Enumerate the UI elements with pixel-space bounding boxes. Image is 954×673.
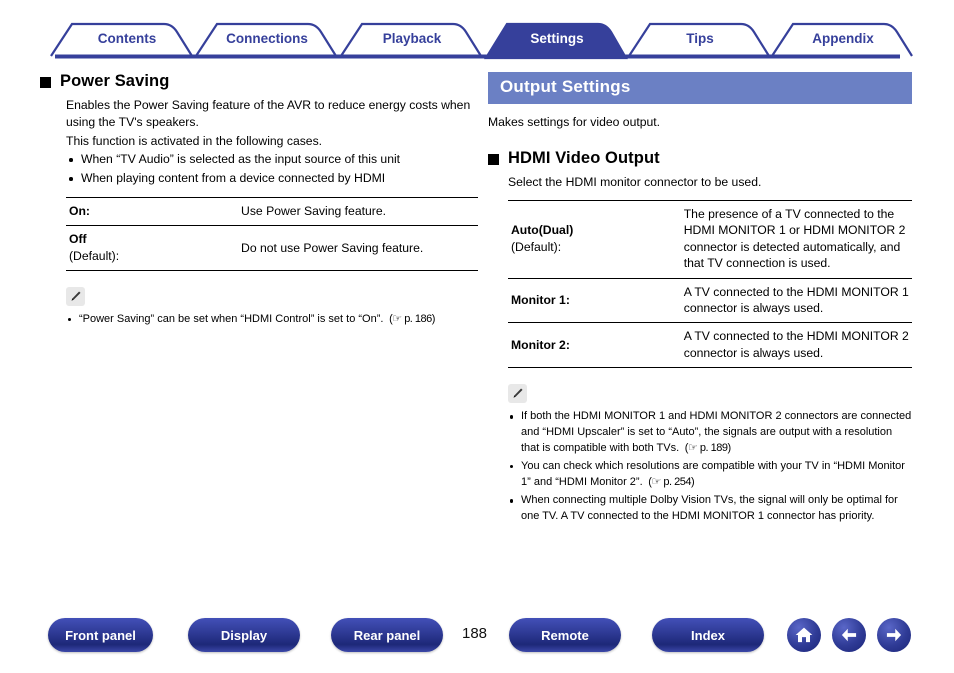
right-heading-text: HDMI Video Output [508,148,660,167]
note-text: When connecting multiple Dolby Vision TV… [521,494,898,523]
note-text: You can check which resolutions are comp… [521,460,905,488]
page-ref-text: p. 189 [699,441,728,454]
tab-contents[interactable]: Contents [72,31,182,46]
footer-nav[interactable]: Front panel Display Rear panel 188 Remot… [0,618,954,658]
page-number: 188 [462,625,488,642]
rear-panel-button[interactable]: Rear panel [331,618,443,652]
row-value: The presence of a TV connected to the HD… [681,199,912,279]
list-item: When playing content from a device conne… [66,170,480,188]
right-note-block: If both the HDMI MONITOR 1 and HDMI MONI… [508,384,912,524]
back-arrow-icon[interactable] [832,618,866,652]
right-section-heading: HDMI Video Output [488,149,912,168]
table-row: Monitor 1: A TV connected to the HDMI MO… [508,277,912,324]
tab-settings[interactable]: Settings [497,31,617,46]
page-ref: (☞ p. 189) [682,441,731,454]
list-item: When “TV Audio” is selected as the input… [66,151,480,169]
page-ref-text: p. 254 [663,475,691,488]
row-key: On: [66,196,240,227]
row-key-text: Monitor 2: [511,337,570,352]
manual-page: Contents Connections Playback Settings T… [0,0,954,673]
tab-connections[interactable]: Connections [207,31,327,46]
square-bullet-icon [488,153,499,165]
hand-pointer-icon: ☞ [687,441,698,454]
left-paragraph-2: This function is activated in the follow… [66,133,323,148]
tab-baseline [55,54,900,59]
hand-pointer-icon: ☞ [651,475,661,488]
row-value: Use Power Saving feature. [239,196,478,227]
note-item: You can check which resolutions are comp… [508,459,912,490]
power-saving-table: On: Use Power Saving feature. Off (Defau… [66,196,478,272]
row-key-text: Off [69,232,87,247]
pencil-glyph [513,388,523,398]
tab-appendix[interactable]: Appendix [783,31,903,46]
hand-pointer-icon: ☞ [392,313,402,326]
square-bullet-icon [40,77,51,88]
left-paragraph-1: Enables the Power Saving feature of the … [66,98,471,129]
home-icon[interactable] [787,618,821,652]
right-column: Output Settings Makes settings for video… [488,72,912,528]
note-item: If both the HDMI MONITOR 1 and HDMI MONI… [508,409,912,456]
row-key: Off (Default): [66,225,240,272]
left-note-block: “Power Saving” can be set when “HDMI Con… [66,287,480,328]
back-arrow-glyph [841,628,857,642]
right-table-wrap: Auto(Dual) (Default): The presence of a … [508,199,912,369]
row-value: Do not use Power Saving feature. [239,225,478,272]
index-button[interactable]: Index [652,618,764,652]
left-section-heading: Power Saving [40,72,480,91]
note-text: “Power Saving” can be set when “HDMI Con… [79,313,384,326]
forward-arrow-icon[interactable] [877,618,911,652]
table-row: On: Use Power Saving feature. [66,196,478,227]
row-value: A TV connected to the HDMI MONITOR 2 con… [681,322,912,369]
pencil-note-icon [66,287,85,307]
right-subtitle: Select the HDMI monitor connector to be … [508,174,762,189]
left-table-wrap: On: Use Power Saving feature. Off (Defau… [66,196,478,272]
page-ref: (☞ p. 186) [386,313,435,326]
right-notes-list: If both the HDMI MONITOR 1 and HDMI MONI… [508,409,912,524]
tab-playback[interactable]: Playback [352,31,472,46]
row-key: Auto(Dual) (Default): [508,199,682,279]
left-heading-text: Power Saving [60,72,170,90]
row-key-text: Auto(Dual) [511,223,574,238]
row-key: Monitor 1: [508,277,682,324]
front-panel-button[interactable]: Front panel [48,618,153,652]
left-bullet-list: When “TV Audio” is selected as the input… [66,151,480,187]
table-row: Auto(Dual) (Default): The presence of a … [508,199,912,279]
left-intro-block: Enables the Power Saving feature of the … [66,97,480,188]
home-glyph [795,627,813,643]
row-key-text: On: [69,203,90,218]
left-column: Power Saving Enables the Power Saving fe… [40,72,480,331]
right-intro: Makes settings for video output. [488,115,661,129]
row-value: A TV connected to the HDMI MONITOR 1 con… [681,277,912,324]
row-key-subtext: (Default): [69,248,120,263]
row-key-text: Monitor 1: [511,292,570,307]
pencil-glyph [71,291,81,301]
note-item: When connecting multiple Dolby Vision TV… [508,493,912,524]
pencil-note-icon [508,384,527,404]
page-ref: (☞ p. 254) [645,475,695,488]
output-settings-band: Output Settings [488,72,912,104]
row-key: Monitor 2: [508,322,682,369]
table-row: Off (Default): Do not use Power Saving f… [66,225,478,272]
left-notes-list: “Power Saving” can be set when “HDMI Con… [66,312,480,328]
table-row: Monitor 2: A TV connected to the HDMI MO… [508,322,912,369]
note-item: “Power Saving” can be set when “HDMI Con… [66,312,480,328]
hdmi-video-output-table: Auto(Dual) (Default): The presence of a … [508,199,912,369]
row-key-subtext: (Default): [511,239,562,254]
page-ref-text: p. 186 [404,313,432,326]
tab-tips[interactable]: Tips [640,31,760,46]
remote-button[interactable]: Remote [509,618,621,652]
top-tab-bar[interactable]: Contents Connections Playback Settings T… [0,18,954,60]
forward-arrow-glyph [886,628,902,642]
display-button[interactable]: Display [188,618,300,652]
